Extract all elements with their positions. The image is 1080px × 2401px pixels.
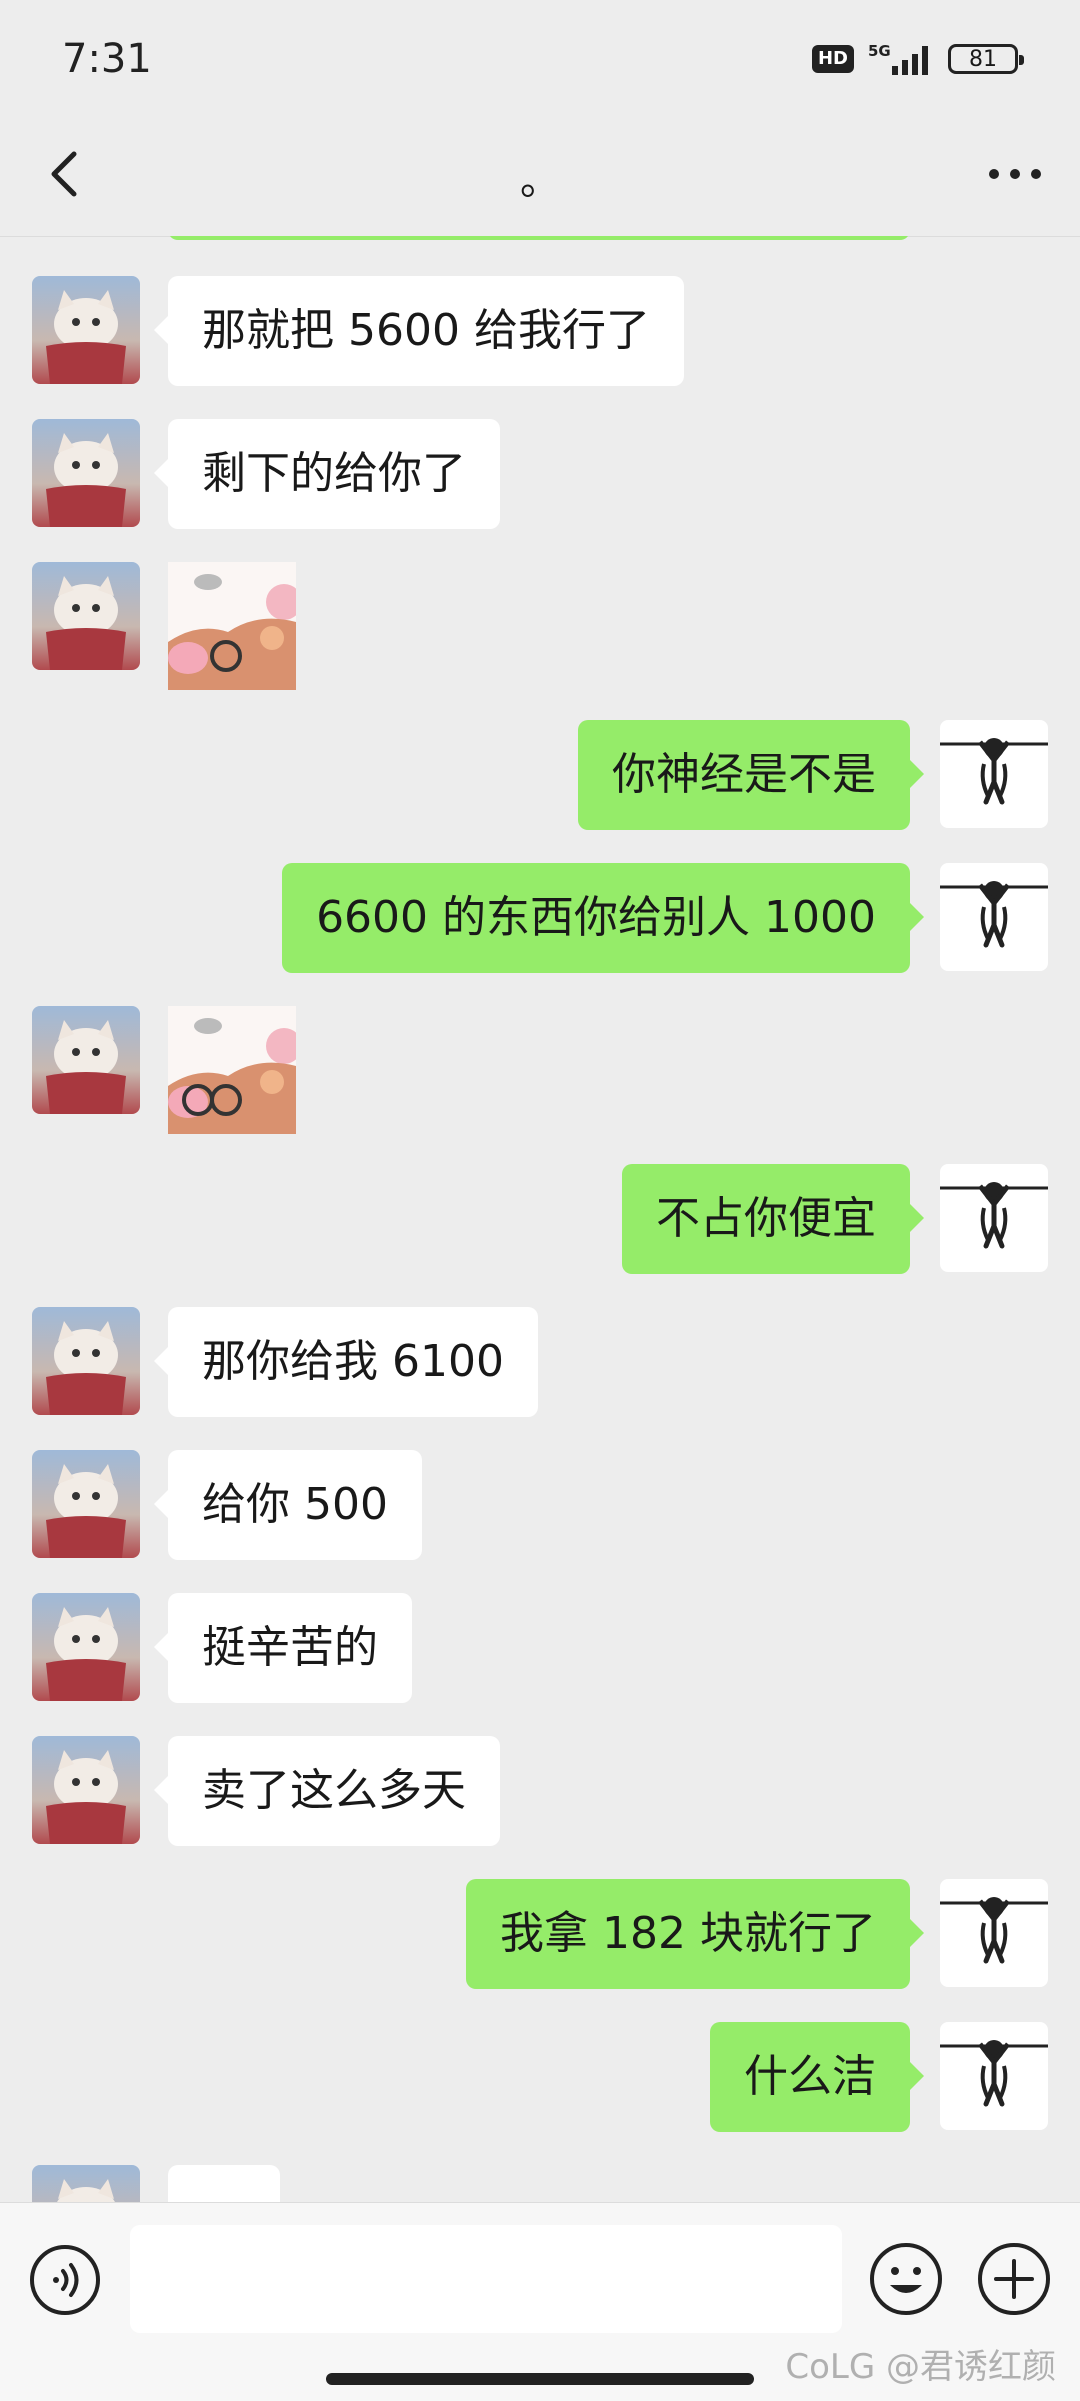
add-attachment-icon[interactable] <box>976 2241 1052 2317</box>
message-bubble-outgoing[interactable]: 6600 的东西你给别人 1000 <box>282 863 924 973</box>
message-bubble-incoming[interactable] <box>168 2165 280 2202</box>
contact-avatar[interactable] <box>32 562 140 670</box>
chat-header: 。 <box>0 120 1080 237</box>
message-bubble-outgoing[interactable]: 你神经是不是 <box>578 720 924 830</box>
stick-figure-avatar-icon <box>940 2040 1048 2107</box>
my-avatar[interactable] <box>940 2022 1048 2130</box>
contact-avatar[interactable] <box>32 276 140 384</box>
voice-input-icon[interactable] <box>28 2243 102 2317</box>
message-text-input[interactable] <box>130 2225 842 2333</box>
contact-avatar[interactable] <box>32 2165 140 2202</box>
contact-avatar[interactable] <box>32 1593 140 1701</box>
contact-avatar[interactable] <box>32 1736 140 1844</box>
sticker-image <box>168 562 296 690</box>
message-bubble-outgoing[interactable]: 什么洁 <box>710 2022 924 2132</box>
watermark: CoLG @君诱红颜 <box>785 2347 1056 2387</box>
cat-avatar-icon <box>46 433 126 527</box>
hd-badge: HD <box>811 45 854 73</box>
chat-input-bar: CoLG @君诱红颜 <box>0 2202 1080 2401</box>
sticker-message[interactable] <box>168 1006 296 1134</box>
home-indicator[interactable] <box>326 2373 754 2385</box>
my-avatar[interactable] <box>940 863 1048 971</box>
message-bubble-outgoing[interactable]: 我拿 182 块就行了 <box>466 1879 924 1989</box>
network-label: 5G <box>868 42 891 60</box>
contact-avatar[interactable] <box>32 1450 140 1558</box>
cat-avatar-icon <box>46 1607 126 1701</box>
status-bar: 7:31 HD 5G 81 <box>0 0 1080 120</box>
message-bubble-incoming[interactable]: 那你给我 6100 <box>154 1307 538 1417</box>
message-bubble-incoming[interactable]: 那就把 5600 给我行了 <box>154 276 684 386</box>
battery-level: 81 <box>969 46 997 72</box>
stick-figure-avatar-icon <box>940 1182 1048 1249</box>
contact-avatar[interactable] <box>32 1006 140 1114</box>
stick-figure-avatar-icon <box>940 881 1048 948</box>
message-bubble-outgoing[interactable]: 不占你便宜 <box>622 1164 924 1274</box>
status-time: 7:31 <box>62 36 152 82</box>
contact-avatar[interactable] <box>32 1307 140 1415</box>
status-indicators: HD 5G 81 <box>811 42 1024 76</box>
chat-title: 。 <box>520 158 560 204</box>
cat-avatar-icon <box>46 1750 126 1844</box>
my-avatar[interactable] <box>940 1164 1048 1272</box>
message-bubble-incoming[interactable]: 给你 500 <box>154 1450 422 1560</box>
message-bubble-incoming[interactable]: 剩下的给你了 <box>154 419 500 529</box>
battery-icon: 81 <box>948 44 1024 74</box>
cat-avatar-icon <box>57 2179 115 2202</box>
cat-avatar-icon <box>46 576 126 670</box>
cat-avatar-icon <box>46 1020 126 1114</box>
my-avatar[interactable] <box>940 1879 1048 1987</box>
signal-5g-icon: 5G <box>868 42 928 75</box>
sticker-message[interactable] <box>168 562 296 690</box>
cat-avatar-icon <box>46 1321 126 1415</box>
stick-figure-avatar-icon <box>940 1897 1048 1964</box>
cat-avatar-icon <box>46 290 126 384</box>
message-bubble-incoming[interactable]: 卖了这么多天 <box>154 1736 500 1846</box>
more-options-icon[interactable] <box>980 142 1050 206</box>
stick-figure-avatar-icon <box>940 738 1048 805</box>
chat-message-list[interactable]: 那就把 5600 给我行了 剩下的给你了 你神经是不是 6600 的东西你给别人… <box>0 236 1080 2202</box>
previous-message-bubble-edge <box>168 236 910 240</box>
emoji-icon[interactable] <box>868 2241 944 2317</box>
my-avatar[interactable] <box>940 720 1048 828</box>
message-bubble-incoming[interactable]: 挺辛苦的 <box>154 1593 412 1703</box>
sticker-image <box>168 1006 296 1134</box>
cat-avatar-icon <box>46 1464 126 1558</box>
contact-avatar[interactable] <box>32 419 140 527</box>
